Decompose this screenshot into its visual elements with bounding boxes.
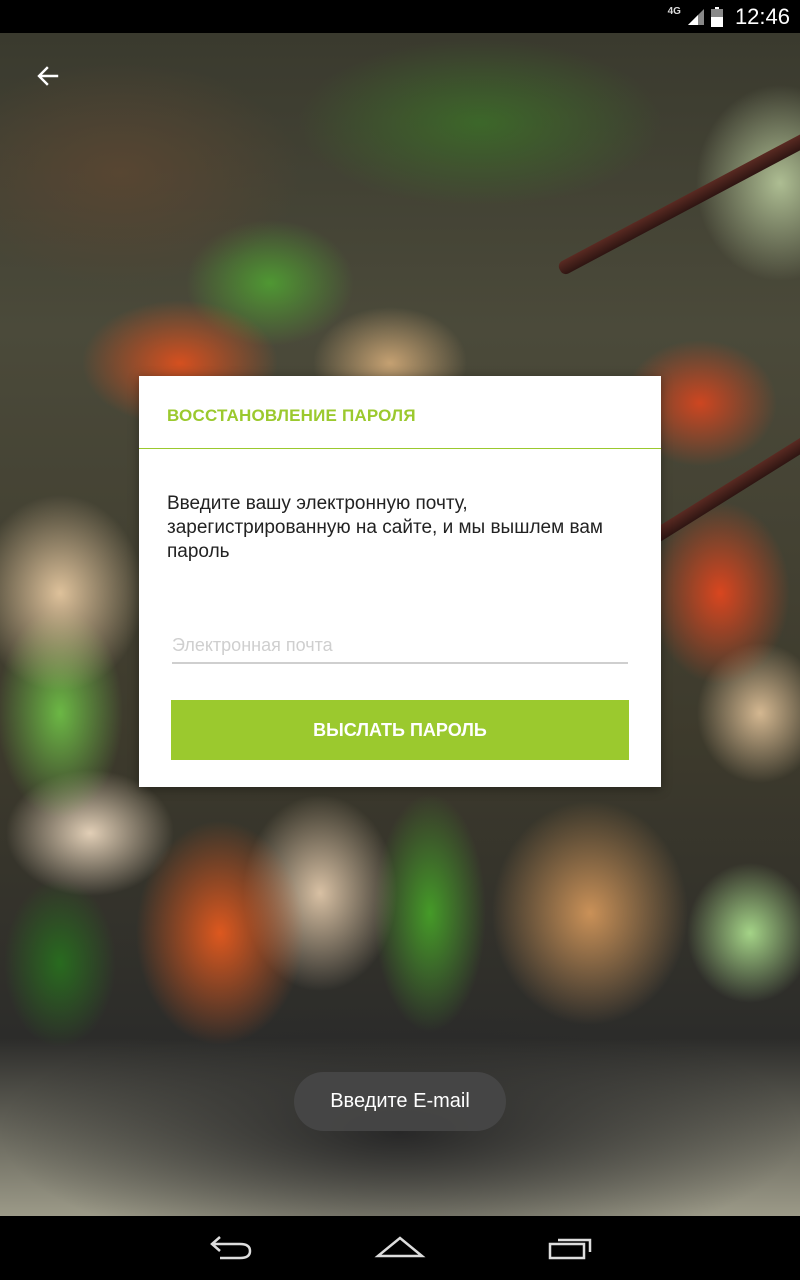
clock: 12:46 <box>734 4 790 29</box>
title-divider <box>139 448 661 449</box>
dialog-title: ВОССТАНОВЛЕНИЕ ПАРОЛЯ <box>167 406 416 425</box>
nav-home-icon <box>374 1236 426 1258</box>
signal-icon <box>687 9 704 25</box>
nav-back-icon <box>210 1236 252 1260</box>
nav-recents-button[interactable] <box>540 1228 600 1268</box>
status-bar: 4G 12:46 <box>0 0 800 33</box>
battery-icon <box>710 7 723 27</box>
send-password-button[interactable]: ВЫСЛАТЬ ПАРОЛЬ <box>171 700 629 760</box>
nav-home-button[interactable] <box>370 1228 430 1268</box>
chopstick-decoration <box>646 406 800 546</box>
status-icons: 4G 12:46 <box>668 4 790 30</box>
back-button[interactable] <box>28 58 68 94</box>
arrow-back-icon <box>37 66 59 86</box>
chopstick-decoration <box>556 104 800 277</box>
network-type: 4G <box>667 5 681 17</box>
password-recovery-dialog: ВОССТАНОВЛЕНИЕ ПАРОЛЯ Введите вашу элект… <box>139 376 661 787</box>
nav-back-button[interactable] <box>200 1228 260 1268</box>
email-field[interactable] <box>172 628 628 664</box>
nav-recents-icon <box>548 1238 592 1260</box>
navigation-bar <box>0 1216 800 1280</box>
toast-message: Введите E-mail <box>294 1072 506 1131</box>
password-recovery-screen: 4G 12:46 ВОССТАНОВЛЕНИЕ ПАРОЛЯ Введите в… <box>0 0 800 1280</box>
dialog-message: Введите вашу электронную почту, зарегист… <box>167 493 603 562</box>
